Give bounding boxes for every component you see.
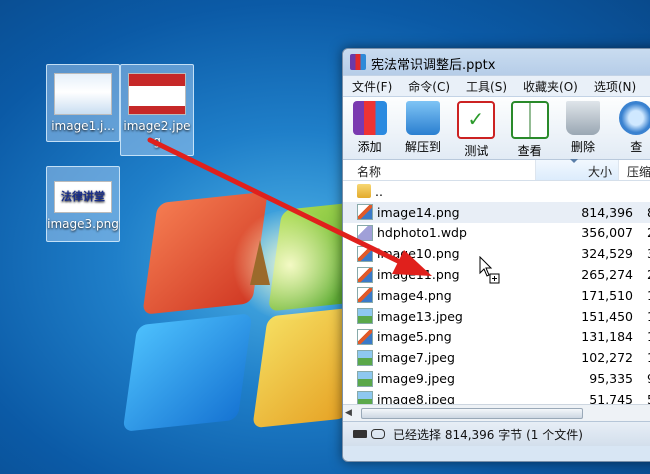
drag-copy-cursor-icon: [479, 256, 500, 284]
drag-arrow-line: [147, 137, 403, 265]
drag-arrow: [147, 137, 432, 276]
drag-arrow-head: [392, 250, 432, 276]
